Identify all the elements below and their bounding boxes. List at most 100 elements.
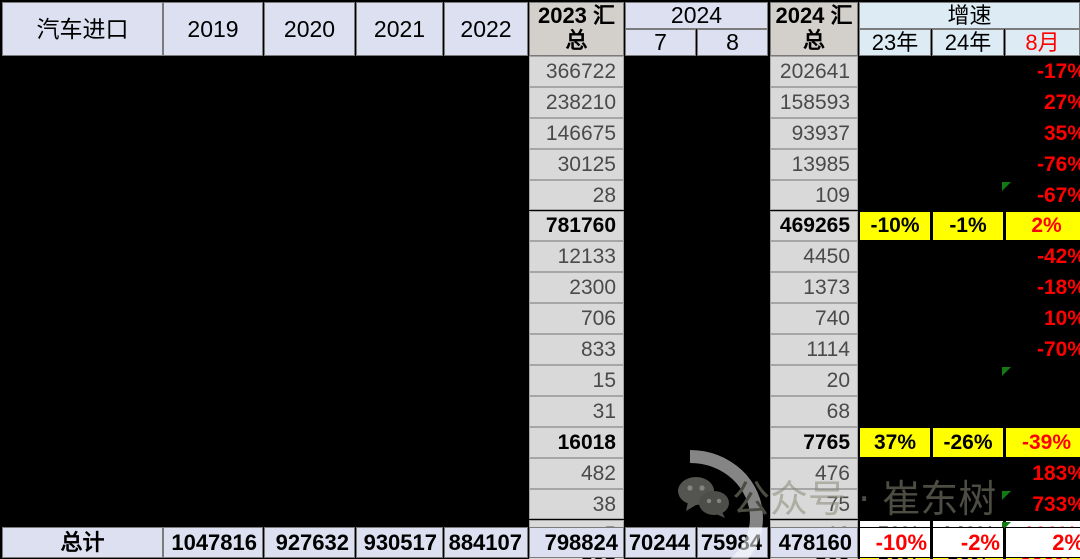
cell-growth-aug-row14: 183% [1005,457,1080,489]
cell-growth-aug-row8-text: -18% [1036,276,1080,300]
total-month-8-text: 75984 [700,529,762,555]
cell-growth-aug-row10-text: -70% [1036,338,1080,362]
cell-2024-total-row3-text: 93937 [791,121,850,145]
header-2024-total: 2024 汇总 [770,2,858,56]
cell-2023-total-row11: 15 [529,365,624,396]
total-2022-text: 884107 [448,529,522,555]
cell-growth-aug-row15: 733% [1005,488,1080,520]
cell-growth23-row6: -10% [859,210,931,242]
cell-2024-total-row8-text: 1373 [803,276,850,300]
cell-2024-total-row5: 109 [770,179,858,211]
header-growth-24: 24年 [932,29,1004,56]
cell-growth-aug-row9-text: 10% [1043,307,1080,331]
cell-2023-total-row15-text: 38 [592,492,616,516]
header-title-cell: 汽车进口 [2,2,163,56]
header-growth-group: 增速 [859,2,1080,29]
cell-2024-total-row14-text: 476 [814,461,850,485]
cell-growth-aug-row14-text: 183% [1032,461,1080,485]
cell-growth-aug-row3-text: 35% [1043,121,1080,145]
cell-2023-total-row13: 16018 [529,426,624,458]
total-row-label: 总计 [2,527,163,558]
cell-2023-total-row9: 706 [529,303,624,335]
total-month-8: 75984 [697,527,768,558]
header-month-8-text: 8 [726,29,739,55]
cell-growth-aug-row15-text: 733% [1032,492,1080,516]
header-title-cell-text: 汽车进口 [36,15,129,42]
header-year-2019: 2019 [163,2,263,56]
header-year-2021: 2021 [356,2,443,56]
header-growth-aug-text: 8月 [1025,29,1060,55]
header-year-2020-text: 2020 [283,15,336,42]
total-growth24-text: -2% [960,529,1000,555]
cell-2023-total-row13-text: 16018 [557,430,616,454]
cell-growth-aug-row3: 35% [1005,117,1080,149]
cell-2023-total-row10-text: 833 [580,338,616,362]
comment-marker-icon [1002,490,1011,500]
total-growth24: -2% [932,527,1004,558]
cell-2024-total-row2: 158593 [770,86,858,118]
cell-growth24-row6: -1% [932,210,1004,242]
cell-2023-total-row7: 12133 [529,241,624,273]
header-growth-group-text: 增速 [947,2,992,28]
header-2023-total-line2: 总 [565,28,588,53]
total-2022: 884107 [444,527,528,558]
cell-2023-total-row6-text: 781760 [545,214,616,238]
cell-2024-total-row6-text: 469265 [779,214,850,238]
header-growth-24-text: 24年 [944,29,992,55]
total-growth-aug-text: 2% [1052,529,1080,555]
cell-2023-total-row1: 366722 [529,56,624,87]
total-2019: 1047816 [163,527,263,558]
cell-2023-total-row7-text: 12133 [557,245,616,269]
cell-2024-total-row4-text: 13985 [791,152,850,176]
watermark-digit-fragment: 4 [678,498,693,528]
header-2024-group: 2024 [625,2,768,29]
cell-2024-total-row2-text: 158593 [779,90,850,114]
cell-growth24-row13-text: -26% [943,430,993,454]
comment-marker-icon [1002,181,1011,191]
cell-growth-aug-row13-text: -39% [1021,430,1072,454]
cell-growth23-row13: 37% [859,426,931,458]
cell-growth24-row6-text: -1% [949,214,987,238]
total-2019-text: 1047816 [171,529,257,555]
total-2024-text: 478160 [778,529,852,555]
spreadsheet-canvas: 汽车进口 2019 2020 2021 2022 2023 汇总 2024 7 8 2024 汇总… [0,0,1080,559]
cell-growth-aug-row4-text: -76% [1036,152,1080,176]
cell-2023-total-row4-text: 30125 [557,152,616,176]
total-growth-aug: 2% [1005,527,1080,558]
cell-2024-total-row9: 740 [770,303,858,335]
cell-growth24-row13: -26% [932,426,1004,458]
cell-growth-aug-row2: 27% [1005,86,1080,118]
header-year-2022-text: 2022 [460,15,512,42]
header-month-7-text: 7 [654,29,667,55]
cell-2024-total-row14: 476 [770,457,858,489]
cell-2024-total-row1-text: 202641 [779,59,850,83]
cell-2024-total-row9-text: 740 [814,307,850,331]
cell-2023-total-row5: 28 [529,179,624,211]
comment-marker-icon [1002,367,1011,376]
cell-2023-total-row1-text: 366722 [545,59,616,83]
total-2021-text: 930517 [363,529,437,555]
cell-2023-total-row12-text: 31 [592,399,616,423]
cell-2024-total-row12-text: 68 [826,399,850,423]
cell-growth-aug-row6-text: 2% [1031,214,1062,238]
cell-2024-total-row13-text: 7765 [803,430,850,454]
cell-growth-aug-row4: -76% [1005,148,1080,180]
cell-2024-total-row11-text: 20 [826,368,850,392]
total-2023: 798824 [529,527,624,558]
header-2024-total-line2: 总 [802,28,825,53]
header-growth-aug: 8月 [1005,29,1080,56]
cell-2024-total-row11: 20 [770,365,858,396]
cell-growth-aug-row2-text: 27% [1043,90,1080,114]
total-2023-text: 798824 [544,529,618,555]
cell-2024-total-row13: 7765 [770,426,858,458]
total-2024: 478160 [770,527,858,558]
cell-growth-aug-row1: -17% [1005,56,1080,87]
header-2024-group-text: 2024 [670,2,723,28]
cell-2023-total-row12: 31 [529,395,624,427]
cell-2024-total-row1: 202641 [770,56,858,87]
cell-2024-total-row15-text: 75 [826,492,850,516]
cell-2023-total-row11-text: 15 [592,368,616,392]
cell-2023-total-row5-text: 28 [592,183,616,207]
total-2020-text: 927632 [275,529,349,555]
cell-2024-total-row4: 13985 [770,148,858,180]
